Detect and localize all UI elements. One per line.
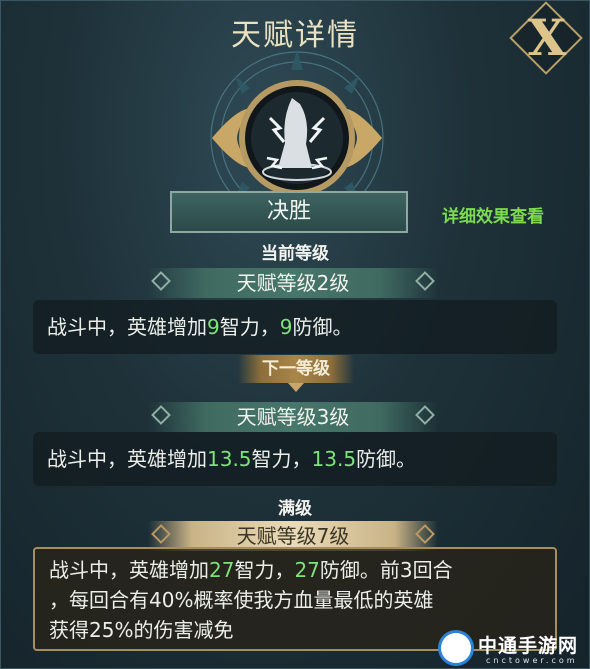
desc-text: 防御。前3回合: [319, 558, 453, 582]
current-level-description: 战斗中，英雄增加9智力，9防御。: [33, 300, 557, 354]
down-arrow-icon: [288, 383, 304, 392]
desc-text: 智力，: [234, 558, 295, 582]
watermark-logo-icon: [438, 630, 474, 666]
defense-value: 27: [294, 558, 320, 582]
desc-line-1: 战斗中，英雄增加27智力，27防御。前3回合: [49, 555, 541, 585]
next-level-tag: 下一等级: [238, 355, 354, 383]
current-level-bar: 天赋等级2级: [148, 268, 438, 298]
desc-text: 防御。: [292, 315, 353, 339]
desc-line-2: ，每回合有40%概率使我方血量最低的英雄: [49, 588, 434, 612]
site-watermark: 中通手游网 cnctower.com: [438, 628, 588, 668]
skill-name-banner: 决胜: [170, 191, 408, 233]
intelligence-value: 27: [209, 558, 235, 582]
close-icon: X: [527, 8, 567, 67]
watermark-text: 中通手游网: [478, 635, 579, 657]
desc-text: 智力，: [251, 447, 312, 471]
close-button[interactable]: X: [509, 1, 583, 75]
next-level-description: 战斗中，英雄增加13.5智力，13.5防御。: [33, 432, 557, 486]
detail-effect-link[interactable]: 详细效果查看: [442, 202, 544, 227]
max-level-label: 满级: [278, 499, 312, 519]
defense-value: 9: [279, 315, 293, 339]
intelligence-value: 9: [207, 315, 220, 339]
desc-text: 战斗中，英雄增加: [49, 558, 209, 582]
desc-text: 战斗中，英雄增加: [47, 447, 207, 471]
next-level-bar: 天赋等级3级: [148, 402, 438, 432]
desc-text: 智力，: [219, 315, 280, 339]
intelligence-value: 13.5: [207, 447, 252, 471]
watermark-subtext: cnctower.com: [486, 656, 578, 665]
desc-text: 战斗中，英雄增加: [47, 315, 207, 339]
defense-value: 13.5: [311, 447, 357, 471]
desc-text: 防御。: [356, 447, 417, 471]
current-level-label: 当前等级: [261, 244, 329, 264]
